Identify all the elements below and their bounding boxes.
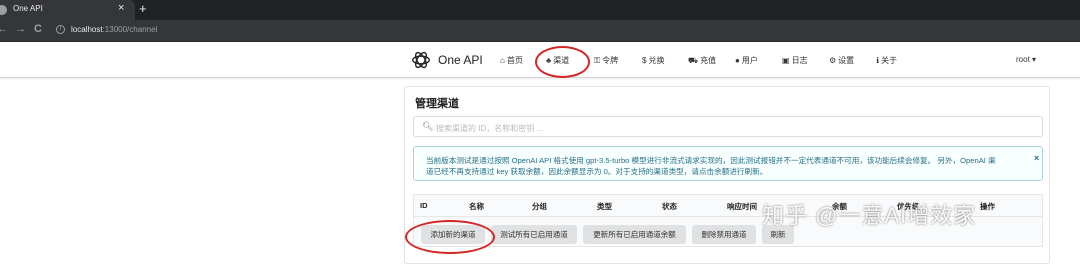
nav-label: 设置 bbox=[838, 56, 855, 65]
info-message: 当前版本测试是通过按照 OpenAI API 格式使用 gpt-3.5-turb… bbox=[413, 146, 1043, 181]
delete-disabled-channels-button[interactable]: 删除禁用通道 bbox=[692, 225, 756, 244]
search-placeholder: 搜索渠道的 ID，名称和密钥 ... bbox=[436, 124, 544, 133]
user-icon: ● bbox=[735, 56, 740, 65]
nav-item-topup[interactable]: ⛟ 充值 bbox=[688, 55, 716, 66]
column-header-actions: 操作 bbox=[980, 202, 995, 211]
back-icon[interactable]: ← bbox=[0, 23, 8, 35]
column-header-type[interactable]: 类型 bbox=[597, 201, 612, 212]
column-header-id[interactable]: ID bbox=[420, 201, 428, 210]
nav-label: 关于 bbox=[881, 56, 898, 65]
forward-icon[interactable]: → bbox=[15, 23, 26, 35]
nav-label: 令牌 bbox=[602, 56, 619, 65]
column-header-status[interactable]: 状态 bbox=[662, 201, 677, 212]
nav-item-about[interactable]: ℹ 关于 bbox=[876, 55, 897, 66]
column-header-name[interactable]: 名称 bbox=[469, 201, 484, 212]
url-path: :13000/channel bbox=[102, 25, 158, 34]
home-icon: ⌂ bbox=[500, 56, 505, 65]
nav-item-tokens[interactable]: ⚿ 令牌 bbox=[594, 55, 618, 66]
watermark: 知乎 @一意AI增效家 bbox=[762, 203, 977, 228]
close-icon[interactable]: × bbox=[1034, 153, 1039, 163]
url-host: localhost bbox=[71, 25, 103, 34]
reload-icon[interactable]: C bbox=[34, 23, 42, 35]
browser-tabstrip: One API × + bbox=[0, 0, 1080, 20]
nav-label: 充值 bbox=[700, 56, 717, 65]
annotation-circle-channels bbox=[535, 46, 590, 78]
address-bar[interactable]: localhost:13000/channel bbox=[71, 25, 157, 34]
gear-icon: ⚙ bbox=[829, 56, 837, 65]
nav-label: 兑换 bbox=[648, 56, 665, 65]
info-icon: ℹ bbox=[876, 56, 880, 65]
tab-title: One API bbox=[13, 4, 43, 13]
page-title: 管理渠道 bbox=[415, 98, 459, 110]
cart-icon: ⛟ bbox=[688, 56, 699, 65]
key-icon: ⚿ bbox=[594, 56, 601, 65]
search-input[interactable]: 🔍︎ 搜索渠道的 ID，名称和密钥 ... bbox=[413, 116, 1043, 137]
column-header-response-time[interactable]: 响应时间 bbox=[727, 201, 757, 212]
site-info-icon[interactable]: i bbox=[56, 25, 65, 34]
favicon-icon bbox=[0, 5, 7, 15]
update-all-balances-button[interactable]: 更新所有已启用通道余额 bbox=[583, 225, 686, 244]
notice-line-2: 道已经不再支持通过 key 获取余额，因此余额显示为 0。对于支持的渠道类型，请… bbox=[426, 167, 768, 176]
calendar-icon: ▣ bbox=[782, 56, 790, 65]
dollar-icon: $ bbox=[642, 56, 647, 65]
nav-label: 日志 bbox=[791, 56, 808, 65]
chevron-down-icon: ▾ bbox=[1032, 55, 1037, 64]
nav-label: 首页 bbox=[506, 56, 523, 65]
notice-text: 当前版本测试是通过按照 OpenAI API 格式使用 gpt-3.5-turb… bbox=[426, 155, 1032, 177]
nav-item-users[interactable]: ● 用户 bbox=[735, 55, 758, 66]
notice-line-1: 当前版本测试是通过按照 OpenAI API 格式使用 gpt-3.5-turb… bbox=[426, 156, 996, 165]
nav-item-redeem[interactable]: $ 兑换 bbox=[642, 55, 664, 66]
search-icon: 🔍︎ bbox=[422, 121, 434, 131]
user-menu[interactable]: root ▾ bbox=[1016, 55, 1036, 64]
annotation-circle-add-button bbox=[405, 220, 495, 254]
nav-item-settings[interactable]: ⚙ 设置 bbox=[829, 55, 854, 66]
openai-logo-icon[interactable] bbox=[410, 49, 432, 71]
channel-management-card: 管理渠道 🔍︎ 搜索渠道的 ID，名称和密钥 ... 当前版本测试是通过按照 O… bbox=[404, 86, 1050, 264]
user-name: root bbox=[1016, 55, 1030, 64]
column-header-group[interactable]: 分组 bbox=[532, 201, 547, 212]
nav-label: 用户 bbox=[741, 56, 758, 65]
brand-name[interactable]: One API bbox=[438, 53, 483, 67]
browser-tab[interactable]: One API × bbox=[0, 0, 135, 20]
close-tab-icon[interactable]: × bbox=[118, 2, 124, 14]
nav-item-home[interactable]: ⌂ 首页 bbox=[500, 55, 523, 66]
nav-item-logs[interactable]: ▣ 日志 bbox=[782, 55, 808, 66]
browser-toolbar: ← → C i localhost:13000/channel bbox=[0, 20, 1080, 42]
new-tab-button[interactable]: + bbox=[139, 1, 147, 16]
test-all-channels-button[interactable]: 测试所有已启用通道 bbox=[491, 225, 577, 244]
